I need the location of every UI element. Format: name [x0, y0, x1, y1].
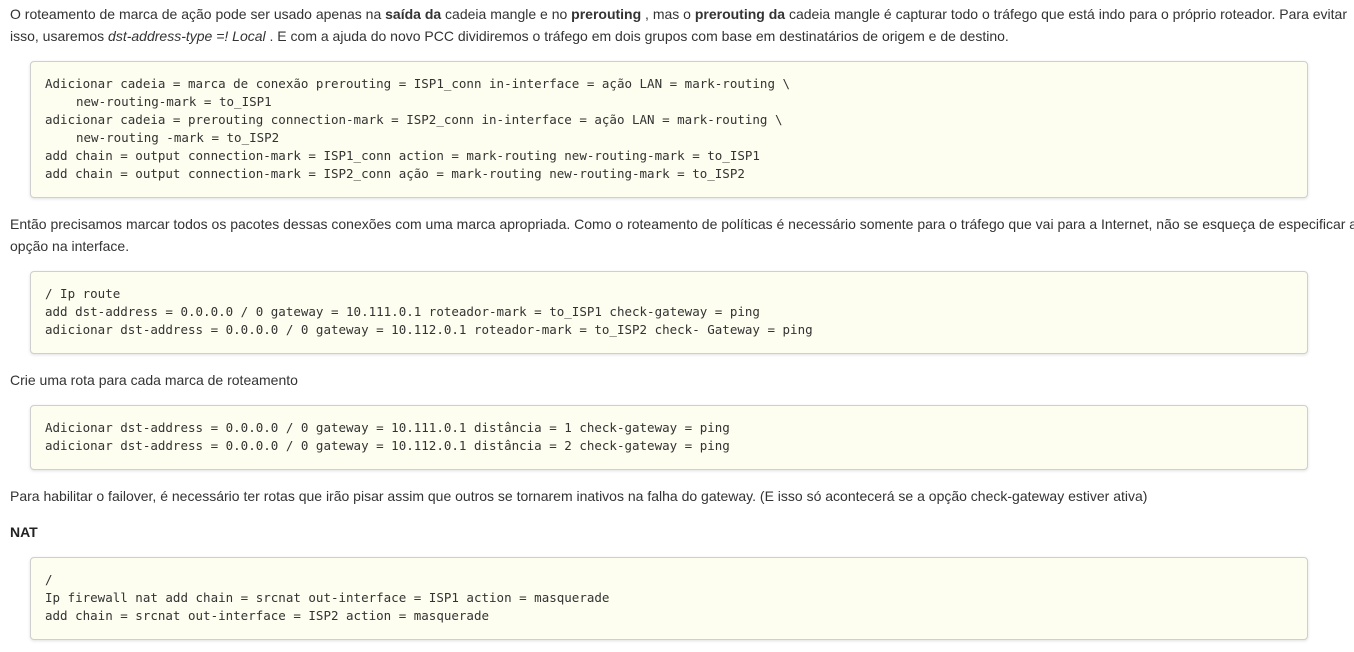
- intro-paragraph-line-1: O roteamento de marca de ação pode ser u…: [10, 3, 1354, 25]
- bold-text: prerouting: [571, 6, 642, 22]
- failover-paragraph: Para habilitar o failover, é necessário …: [10, 485, 1354, 507]
- code-line: add chain = output connection-mark = ISP…: [45, 148, 760, 163]
- text-run: O roteamento de marca de ação pode ser u…: [10, 6, 386, 22]
- code-line: Adicionar dst-address = 0.0.0.0 / 0 gate…: [45, 420, 730, 435]
- routing-paragraph-line-1: Então precisamos marcar todos os pacotes…: [10, 216, 1354, 232]
- failover-paragraph-line-1: Para habilitar o failover, é necessário …: [10, 488, 1148, 504]
- code-line: new-routing -mark = to_ISP2: [76, 130, 280, 145]
- text-run: . E com a ajuda do novo PCC dividiremos …: [265, 28, 1009, 44]
- bold-text: saída da: [385, 6, 442, 22]
- nat-heading: NAT: [10, 521, 38, 543]
- code-line: adicionar cadeia = prerouting connection…: [45, 112, 783, 127]
- intro-paragraph: O roteamento de marca de ação pode ser u…: [10, 3, 1354, 47]
- code-line: / Ip route: [45, 286, 121, 301]
- code-line: add chain = output connection-mark = ISP…: [45, 166, 745, 181]
- routing-paragraph: Então precisamos marcar todos os pacotes…: [10, 213, 1354, 257]
- bold-text: prerouting da: [694, 6, 786, 22]
- intro-paragraph-line-2: isso, usaremos dst-address-type =! Local…: [10, 25, 1354, 47]
- code-line: adicionar dst-address = 0.0.0.0 / 0 gate…: [45, 322, 813, 337]
- code-line: Adicionar cadeia = marca de conexão prer…: [45, 76, 791, 91]
- code-line: adicionar dst-address = 0.0.0.0 / 0 gate…: [45, 438, 730, 453]
- code-line: add dst-address = 0.0.0.0 / 0 gateway = …: [45, 304, 760, 319]
- text-run: , mas o: [641, 6, 695, 22]
- code-block-mangle: Adicionar cadeia = marca de conexão prer…: [30, 61, 1308, 198]
- routing-paragraph-line-2: opção na interface.: [10, 238, 130, 254]
- text-run: cadeia mangle e no: [441, 6, 572, 22]
- section-heading: NAT: [10, 524, 38, 540]
- text-run: cadeia mangle é capturar todo o tráfego …: [785, 6, 1347, 22]
- code-block-ip-route: / Ip route add dst-address = 0.0.0.0 / 0…: [30, 271, 1308, 354]
- text-run: isso, usaremos: [10, 28, 109, 44]
- code-line: /: [45, 572, 53, 587]
- route-paragraph-line-1: Crie uma rota para cada marca de roteame…: [10, 372, 298, 388]
- code-block-routes: Adicionar dst-address = 0.0.0.0 / 0 gate…: [30, 405, 1308, 470]
- code-line: Ip firewall nat add chain = srcnat out-i…: [45, 590, 610, 605]
- code-line: add chain = srcnat out-interface = ISP2 …: [45, 608, 490, 623]
- code-line: new-routing-mark = to_ISP1: [76, 94, 272, 109]
- route-paragraph: Crie uma rota para cada marca de roteame…: [10, 369, 1354, 391]
- code-block-nat: / Ip firewall nat add chain = srcnat out…: [30, 557, 1308, 640]
- italic-text: dst-address-type =! Local: [108, 28, 266, 44]
